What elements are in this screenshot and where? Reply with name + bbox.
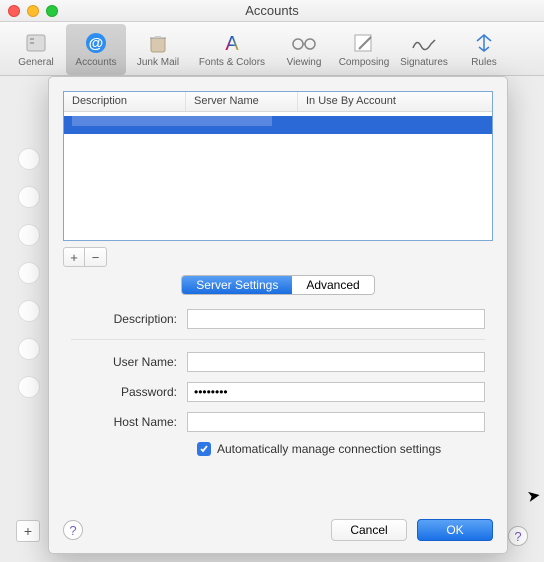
window-controls xyxy=(8,5,58,17)
trash-icon xyxy=(144,31,172,55)
remove-server-button[interactable]: − xyxy=(85,247,107,267)
fonts-icon: A xyxy=(218,31,246,55)
window-title: Accounts xyxy=(245,3,298,18)
password-field[interactable] xyxy=(187,382,485,402)
col-server-name[interactable]: Server Name xyxy=(186,92,298,111)
cancel-button[interactable]: Cancel xyxy=(331,519,407,541)
cursor-icon: ➤ xyxy=(525,485,542,507)
add-remove: + − xyxy=(63,247,493,267)
description-label: Description: xyxy=(71,312,187,326)
tab-accounts[interactable]: @ Accounts xyxy=(66,24,126,75)
rules-icon xyxy=(470,31,498,55)
tab-signatures[interactable]: Signatures xyxy=(394,24,454,75)
checkbox-checked-icon[interactable] xyxy=(197,442,211,456)
password-label: Password: xyxy=(71,385,187,399)
username-field[interactable] xyxy=(187,352,485,372)
description-field[interactable] xyxy=(187,309,485,329)
tab-advanced[interactable]: Advanced xyxy=(292,276,373,294)
svg-text:A: A xyxy=(225,33,239,54)
server-table: Description Server Name In Use By Accoun… xyxy=(63,91,493,241)
col-description[interactable]: Description xyxy=(64,92,186,111)
tab-junk-mail[interactable]: Junk Mail xyxy=(126,24,190,75)
tab-rules[interactable]: Rules xyxy=(454,24,514,75)
auto-manage-row[interactable]: Automatically manage connection settings xyxy=(197,442,485,456)
hostname-label: Host Name: xyxy=(71,415,187,429)
tab-viewing[interactable]: Viewing xyxy=(274,24,334,75)
help-button[interactable]: ? xyxy=(63,520,83,540)
tab-server-settings[interactable]: Server Settings xyxy=(182,276,292,294)
col-in-use[interactable]: In Use By Account xyxy=(298,92,492,111)
server-form: Description: User Name: Password: Host N… xyxy=(71,309,485,456)
general-icon xyxy=(22,31,50,55)
table-body[interactable] xyxy=(64,112,492,240)
close-icon[interactable] xyxy=(8,5,20,17)
parent-help-button[interactable]: ? xyxy=(508,526,528,546)
at-icon: @ xyxy=(82,31,110,55)
minimize-icon[interactable] xyxy=(27,5,39,17)
compose-icon xyxy=(350,31,378,55)
signature-icon xyxy=(410,31,438,55)
auto-manage-label: Automatically manage connection settings xyxy=(217,442,441,456)
username-label: User Name: xyxy=(71,355,187,369)
settings-tabs: Server Settings Advanced xyxy=(181,275,374,295)
svg-text:@: @ xyxy=(89,35,104,52)
parent-add-button[interactable]: + xyxy=(16,520,40,542)
table-row[interactable] xyxy=(64,116,492,134)
glasses-icon xyxy=(290,31,318,55)
tab-general[interactable]: General xyxy=(6,24,66,75)
titlebar: Accounts xyxy=(0,0,544,22)
toolbar: General @ Accounts Junk Mail A Fonts & C… xyxy=(0,22,544,76)
tab-composing[interactable]: Composing xyxy=(334,24,394,75)
add-server-button[interactable]: + xyxy=(63,247,85,267)
ok-button[interactable]: OK xyxy=(417,519,493,541)
zoom-icon[interactable] xyxy=(46,5,58,17)
tab-fonts-colors[interactable]: A Fonts & Colors xyxy=(190,24,274,75)
hostname-field[interactable] xyxy=(187,412,485,432)
server-sheet: Description Server Name In Use By Accoun… xyxy=(48,76,508,554)
